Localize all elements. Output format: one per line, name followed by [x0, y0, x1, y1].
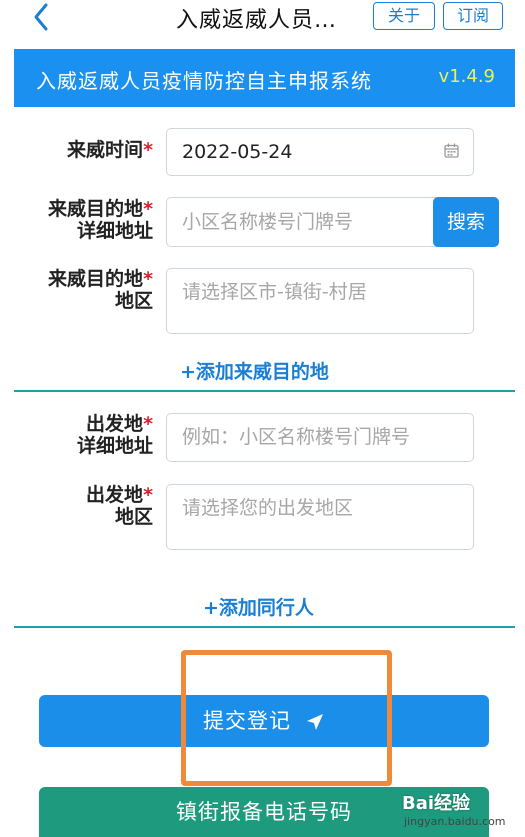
- page: 入威返威人员… 关于 订阅 入威返威人员疫情防控自主申报系统 v1.4.9 来威…: [0, 0, 525, 837]
- back-button[interactable]: [28, 0, 58, 34]
- required-mark: *: [143, 413, 153, 435]
- required-mark: *: [143, 484, 153, 506]
- nav-bar: 入威返威人员… 关于 订阅: [0, 0, 525, 38]
- required-mark: *: [143, 198, 153, 220]
- arrival-date-input[interactable]: 2022-05-24: [166, 128, 474, 176]
- subscribe-button[interactable]: 订阅: [443, 2, 503, 30]
- destination-address-label: 来威目的地* 详细地址: [48, 198, 153, 242]
- section-divider: [14, 626, 515, 628]
- departure-address-label: 出发地* 详细地址: [76, 413, 153, 457]
- destination-region-select[interactable]: 请选择区市-镇街-村居: [166, 268, 474, 334]
- departure-region-select[interactable]: 请选择您的出发地区: [166, 484, 474, 550]
- page-title: 入威返威人员…: [176, 8, 338, 33]
- search-button[interactable]: 搜索: [433, 197, 499, 247]
- section-divider: [14, 390, 515, 392]
- departure-region-label: 出发地* 地区: [86, 484, 153, 528]
- required-mark: *: [143, 139, 153, 161]
- calendar-icon: [444, 143, 459, 158]
- required-mark: *: [143, 268, 153, 290]
- add-companion-link[interactable]: +添加同行人: [203, 593, 314, 620]
- arrival-time-label: 来威时间*: [67, 139, 153, 161]
- about-button[interactable]: 关于: [373, 2, 435, 30]
- departure-address-input[interactable]: 例如：小区名称楼号门牌号: [166, 413, 474, 462]
- destination-region-label: 来威目的地* 地区: [48, 268, 153, 312]
- highlight-box: [181, 650, 392, 786]
- watermark-logo: Bai经验: [402, 793, 471, 814]
- version-label: v1.4.9: [438, 66, 495, 87]
- chevron-left-icon: [34, 3, 48, 31]
- watermark: Bai经验 jingyan.baidu.com: [402, 789, 522, 835]
- arrival-date-value: 2022-05-24: [182, 141, 293, 163]
- watermark-url: jingyan.baidu.com: [404, 815, 506, 828]
- system-banner: 入威返威人员疫情防控自主申报系统 v1.4.9: [14, 49, 515, 107]
- system-title: 入威返威人员疫情防控自主申报系统: [36, 69, 372, 93]
- destination-address-input[interactable]: 小区名称楼号门牌号: [166, 197, 438, 247]
- add-destination-link[interactable]: +添加来威目的地: [180, 357, 329, 384]
